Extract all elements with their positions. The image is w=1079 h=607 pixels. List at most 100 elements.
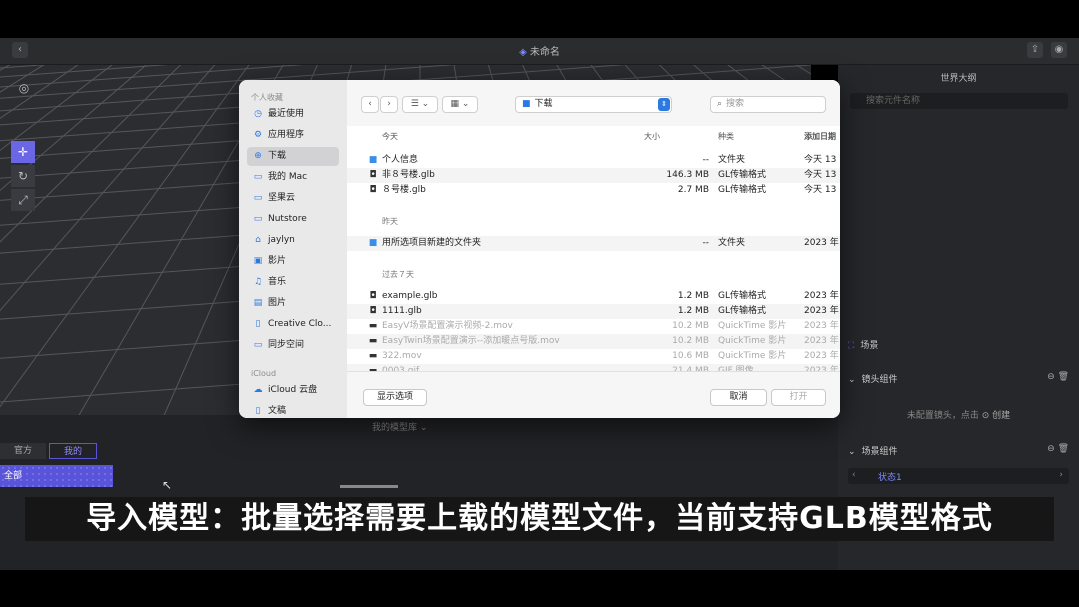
tab-official[interactable]: 官方 [0,443,46,459]
list-view-button[interactable]: ☰ ⌄ [402,96,438,113]
scene-icon: ◈ [519,47,527,58]
video-file-icon: ▬ [368,336,378,346]
location-select[interactable]: ■ 下载 ⇕ [515,96,672,113]
document-title-text: 未命名 [529,47,560,58]
open-button[interactable]: 打开 [771,389,826,406]
dialog-search-input[interactable]: ⌕ 搜索 [710,96,826,113]
file-size: 10.2 MB [672,321,709,331]
chevron-left-icon[interactable]: ‹ [852,470,856,480]
camera-create-link[interactable]: ⊙ 创建 [982,411,1010,421]
file-date: 2023 年 [804,238,839,248]
add-trash-icon[interactable]: ⊖ 🗑 [1047,444,1069,454]
folder-icon: ■ [368,155,378,165]
model-thumbnail[interactable] [340,485,398,488]
file-row[interactable]: ▬ EasyTwin场景配置演示--添加暖点号版.mov 10.2 MB QuickT… [347,334,840,349]
file-row[interactable]: ◘ 非８号楼.glb 146.3 MB GL传输格式 今天 13 [347,168,840,183]
sidebar-item[interactable]: ♫ 音乐 [247,273,339,292]
file-row[interactable]: ▬ EasyV场景配置演示视频-2.mov 10.2 MB QuickTime 影片 2… [347,319,840,334]
file-row[interactable]: ■ 用所选项目新建的文件夹 -- 文件夹 2023 年 [347,236,840,251]
show-options-button[interactable]: 显示选项 [363,389,427,406]
nav-forward-button[interactable]: › [380,96,398,113]
file-size: 10.2 MB [672,336,709,346]
apps-icon: ⚙ [253,130,263,140]
preview-button[interactable]: ◉ [1051,42,1067,58]
file-row[interactable]: ◘ 1111.glb 1.2 MB GL传输格式 2023 年 [347,304,840,319]
file-date: 2023 年 [804,321,839,331]
file-size: -- [702,238,710,248]
file-row[interactable]: ▬ 0003.gif 21.4 MB GIF 图像 2023 年 [347,364,840,371]
folder-icon: ■ [522,99,531,109]
sidebar-item[interactable]: ⚙ 应用程序 [247,126,339,145]
sidebar-item[interactable]: ▭ Nutstore [247,210,339,229]
glb-file-icon: ◘ [369,291,377,301]
glb-file-icon: ◘ [369,306,377,316]
file-row[interactable]: ■ 个人信息 -- 文件夹 今天 13 [347,153,840,168]
sidebar-item[interactable]: ⊕ 下载 [247,147,339,166]
music-icon: ♫ [253,277,263,287]
sidebar-item[interactable]: ▯ 文稿 [247,402,339,418]
file-name: 0003.gif [382,366,420,371]
nav-back-button[interactable]: ‹ [361,96,379,113]
grid-view-button[interactable]: ▦ ⌄ [442,96,478,113]
cancel-button[interactable]: 取消 [710,389,767,406]
column-kind[interactable]: 种类 [718,131,734,142]
chevron-right-icon[interactable]: › [1059,470,1063,480]
scene-state-selector[interactable]: ‹ 状态1 › [848,468,1069,484]
tab-mine[interactable]: 我的 [49,443,97,459]
my-library-dropdown[interactable]: 我的模型库 ⌄ [372,420,427,433]
search-icon: ⌕ [717,99,723,109]
cloud-icon: ☁ [253,385,263,395]
camera-empty-text: 未配置镜头，点击 [906,411,979,421]
column-date[interactable]: 添加日期 [804,131,836,142]
scale-tool-icon[interactable]: ⤢ [11,189,35,211]
scene-component-row[interactable]: ⌄ 场景组件 ⊖ 🗑 [848,444,1069,457]
folder-icon: ▭ [253,340,263,350]
column-size[interactable]: 大小 [644,131,660,142]
globe-icon[interactable]: ◎ [14,77,34,97]
scene-row[interactable]: ⛶ 场景 [848,338,1069,351]
sidebar-item[interactable]: ▭ 坚果云 [247,189,339,208]
file-kind: GL传输格式 [718,170,766,180]
file-date: 2023 年 [804,336,839,346]
file-kind: QuickTime 影片 [718,351,787,361]
document-icon: ▯ [255,406,261,416]
category-all-chip[interactable]: 全部 [0,465,113,487]
sidebar-item[interactable]: ▯ Creative Clo... [247,315,339,334]
sidebar-item-label: 下载 [268,151,287,161]
rotate-tool-icon[interactable]: ↻ [11,165,35,187]
bottom-letterbox [0,570,1079,607]
file-date: 2023 年 [804,291,839,301]
sidebar-item[interactable]: ▤ 图片 [247,294,339,313]
sidebar-item[interactable]: ▭ 同步空间 [247,336,339,355]
glb-file-icon: ◘ [369,170,377,180]
dialog-search-placeholder: 搜索 [726,99,745,109]
file-row[interactable]: ◘ example.glb 1.2 MB GL传输格式 2023 年 [347,289,840,304]
file-list: ■ 个人信息 -- 文件夹 今天 13 ◘ 非８号楼.glb 146.3 MB GL传输格式 今天… [347,146,840,371]
document-title: ◈ 未命名 [0,43,1079,58]
export-button[interactable]: ⇪ [1027,42,1043,58]
sidebar-item[interactable]: ⌂ jaylyn [247,231,339,250]
file-name: EasyTwin场景配置演示--添加暖点号版.mov [382,336,560,346]
column-name[interactable]: 今天 [382,131,398,142]
file-row[interactable]: ◘ ８号楼.glb 2.7 MB GL传输格式 今天 13 [347,183,840,198]
scene-state-tab[interactable]: 状态1 [878,470,902,483]
file-name: 非８号楼.glb [382,170,435,180]
move-tool-icon[interactable]: ✛ [11,141,35,163]
glb-file-icon: ◘ [369,185,377,195]
outline-search-input[interactable]: 搜索元件名称 [850,93,1068,109]
chevron-updown-icon: ⇕ [658,98,670,111]
file-group-header: 昨天 [382,217,398,226]
home-icon: ⌂ [255,235,261,245]
file-row[interactable]: ▬ 322.mov 10.6 MB QuickTime 影片 2023 年 [347,349,840,364]
app-titlebar: ‹ ◈ 未命名 ⇪ ◉ [0,38,1079,65]
camera-component-row[interactable]: ⌄ 镜头组件 ⊖ 🗑 [848,372,1069,385]
add-trash-icon[interactable]: ⊖ 🗑 [1047,372,1069,382]
sidebar-item-label: 图片 [268,298,287,308]
sidebar-item[interactable]: ▭ 我的 Mac [247,168,339,187]
sidebar-item[interactable]: ◷ 最近使用 [247,105,339,124]
sidebar-item-label: 音乐 [268,277,287,287]
sidebar-item[interactable]: ▣ 影片 [247,252,339,271]
sidebar-item[interactable]: ☁ iCloud 云盘 [247,381,339,400]
file-size: 1.2 MB [677,306,709,316]
outline-search-placeholder: 搜索元件名称 [866,96,921,106]
